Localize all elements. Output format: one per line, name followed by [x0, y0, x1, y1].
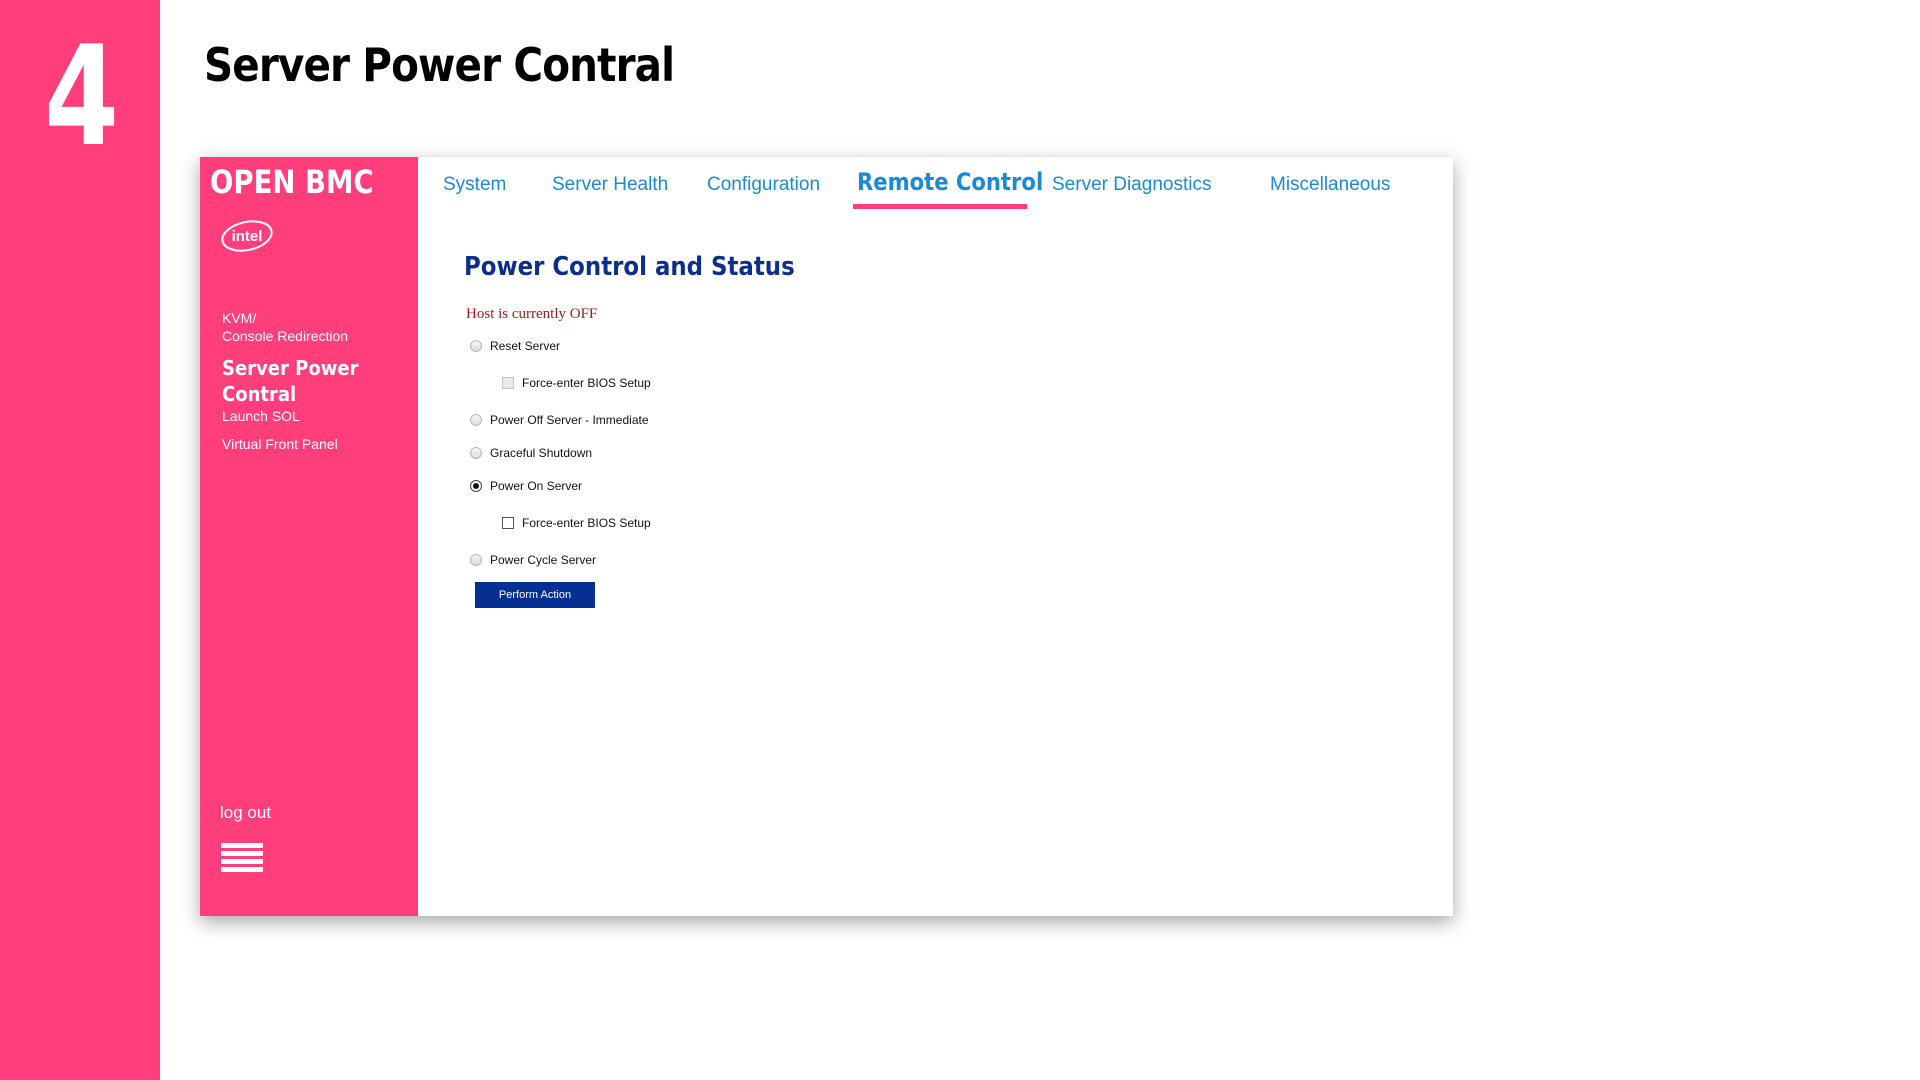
- slide-title: Server Power Contral: [204, 38, 675, 92]
- radio-button[interactable]: [470, 340, 482, 352]
- hamburger-menu-icon[interactable]: [221, 843, 263, 873]
- sidebar-item-label: Contral: [222, 382, 297, 406]
- tab-miscellaneous[interactable]: Miscellaneous: [1270, 174, 1390, 196]
- slide-side-band: 4: [0, 0, 160, 1080]
- sidebar-item-label: Server Power: [222, 356, 359, 380]
- option-force-bios-reset[interactable]: Force-enter BIOS Setup: [502, 376, 651, 390]
- page-heading: Power Control and Status: [464, 252, 795, 282]
- perform-action-button[interactable]: Perform Action: [475, 582, 595, 608]
- sidebar-item-launch-sol[interactable]: Launch SOL: [222, 407, 412, 425]
- option-label: Power On Server: [490, 479, 583, 493]
- radio-button-selected[interactable]: [470, 480, 482, 492]
- active-tab-underline: [853, 204, 1027, 209]
- checkbox[interactable]: [502, 517, 514, 529]
- logout-link[interactable]: log out: [220, 803, 271, 823]
- intel-logo-icon: intel: [221, 220, 273, 252]
- host-status-text: Host is currently OFF: [466, 306, 598, 322]
- option-graceful-shutdown[interactable]: Graceful Shutdown: [470, 446, 592, 460]
- option-label: Force-enter BIOS Setup: [522, 516, 651, 530]
- sidebar-item-label: Console Redirection: [222, 328, 349, 344]
- option-power-off-immediate[interactable]: Power Off Server - Immediate: [470, 413, 649, 427]
- option-label: Power Cycle Server: [490, 553, 597, 567]
- intel-logo-text: intel: [232, 228, 263, 245]
- option-reset-server[interactable]: Reset Server: [470, 339, 560, 353]
- top-tabs: System Server Health Configuration Remot…: [418, 157, 1453, 213]
- tab-configuration[interactable]: Configuration: [707, 174, 820, 196]
- radio-button[interactable]: [470, 554, 482, 566]
- sidebar-nav: KVM/ Console Redirection Server Power Co…: [222, 309, 412, 453]
- tab-system[interactable]: System: [443, 174, 506, 196]
- brand-title: OPEN BMC: [210, 163, 374, 201]
- option-power-on-server[interactable]: Power On Server: [470, 479, 582, 493]
- app-window: OPEN BMC intel KVM/ Console Redirection …: [200, 157, 1453, 916]
- option-force-bios-power-on[interactable]: Force-enter BIOS Setup: [502, 516, 651, 530]
- checkbox[interactable]: [502, 377, 514, 389]
- sidebar: OPEN BMC intel KVM/ Console Redirection …: [200, 157, 418, 916]
- option-label: Power Off Server - Immediate: [490, 413, 649, 427]
- tab-remote-control[interactable]: Remote Control: [857, 168, 1043, 196]
- option-label: Force-enter BIOS Setup: [522, 376, 651, 390]
- tab-server-diagnostics[interactable]: Server Diagnostics: [1052, 174, 1211, 196]
- sidebar-item-label: KVM/: [222, 310, 257, 326]
- step-number: 4: [44, 16, 119, 177]
- sidebar-item-server-power-control[interactable]: Server Power Contral: [222, 355, 366, 407]
- tab-server-health[interactable]: Server Health: [552, 174, 668, 196]
- option-label: Graceful Shutdown: [490, 446, 593, 460]
- radio-button[interactable]: [470, 447, 482, 459]
- sidebar-item-kvm[interactable]: KVM/ Console Redirection: [222, 309, 412, 345]
- main-content: System Server Health Configuration Remot…: [418, 157, 1453, 916]
- option-label: Reset Server: [490, 339, 561, 353]
- option-power-cycle-server[interactable]: Power Cycle Server: [470, 553, 596, 567]
- radio-button[interactable]: [470, 414, 482, 426]
- sidebar-item-virtual-front-panel[interactable]: Virtual Front Panel: [222, 435, 412, 453]
